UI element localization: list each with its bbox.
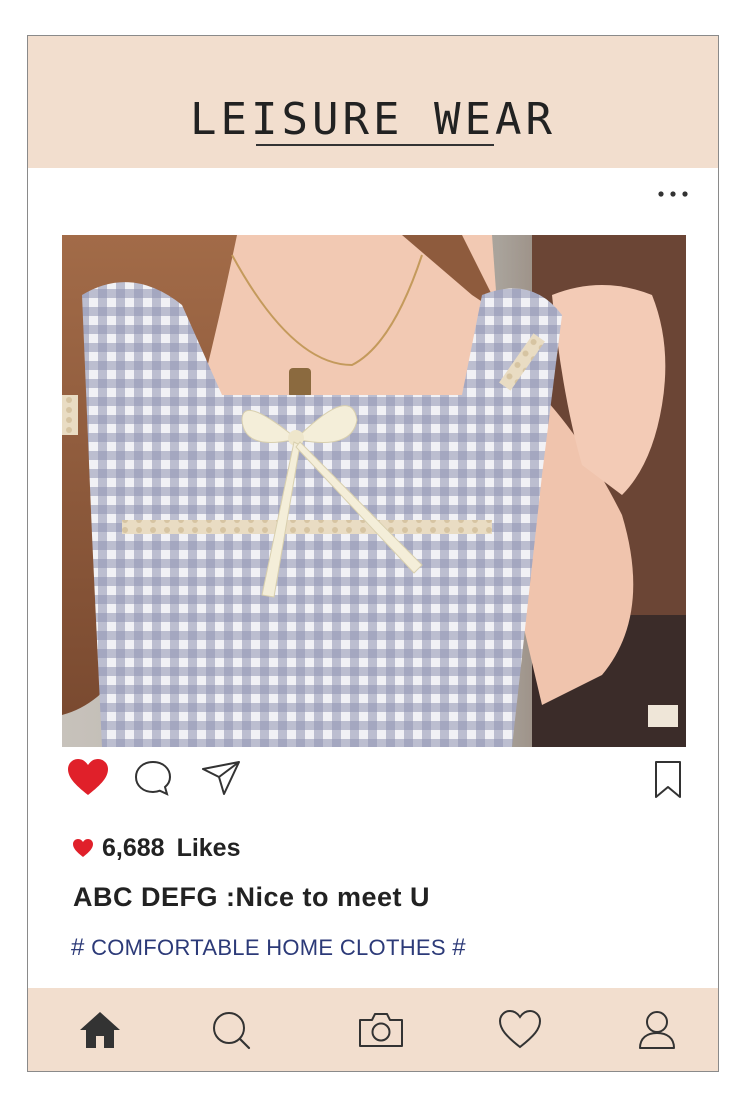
- post-caption: ABC DEFG :Nice to meet U: [73, 882, 431, 912]
- bottom-nav: [28, 988, 718, 1071]
- home-icon[interactable]: [77, 1008, 123, 1052]
- likes-label: Likes: [176, 833, 241, 862]
- hashtag-text: COMFORTABLE HOME CLOTHES: [84, 935, 453, 960]
- post-frame: LEISURE WEAR 6,688 Likes ABC DEFG:Nice …: [27, 35, 719, 1072]
- hashtag[interactable]: # COMFORTABLE HOME CLOTHES #: [71, 934, 466, 962]
- search-icon[interactable]: [208, 1008, 254, 1052]
- likes-count[interactable]: 6,688: [102, 834, 165, 863]
- camera-icon[interactable]: [356, 1008, 406, 1052]
- likes-heart-icon: [73, 839, 93, 857]
- title-underline: [256, 144, 494, 146]
- hashtag-prefix: #: [71, 934, 85, 961]
- post-actions: [28, 754, 718, 804]
- hashtag-suffix: #: [452, 934, 466, 961]
- activity-heart-icon[interactable]: [497, 1008, 543, 1052]
- share-icon[interactable]: [200, 759, 242, 797]
- like-heart-icon[interactable]: [66, 757, 110, 797]
- likes-line: 6,688 Likes: [72, 833, 241, 863]
- post-image[interactable]: [62, 235, 686, 747]
- header-band: LEISURE WEAR: [28, 36, 718, 168]
- page-title: LEISURE WEAR: [190, 94, 556, 145]
- comment-icon[interactable]: [133, 759, 173, 797]
- bookmark-icon[interactable]: [653, 760, 683, 800]
- profile-icon[interactable]: [634, 1008, 680, 1052]
- more-options-icon[interactable]: [656, 186, 690, 202]
